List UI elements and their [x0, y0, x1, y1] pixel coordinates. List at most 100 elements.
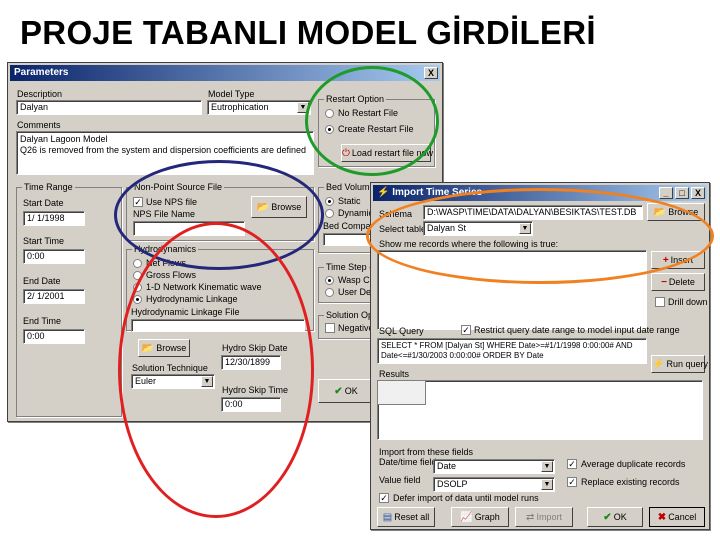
bed-dynamic-radio[interactable] [325, 209, 334, 218]
import-fields-label: Import from these fields [379, 447, 474, 457]
use-nps-label: Use NPS file [146, 197, 198, 207]
select-table-select[interactable]: Dalyan St ▼ [423, 221, 533, 236]
chevron-down-icon[interactable]: ▼ [519, 223, 531, 234]
delete-button[interactable]: − Delete [651, 273, 705, 291]
nps-file-field[interactable] [133, 221, 245, 236]
run-query-button[interactable]: ⚡ Run query [651, 355, 708, 373]
slide-title: PROJE TABANLI MODEL GİRDİLERİ [20, 14, 596, 51]
average-duplicate-label: Average duplicate records [581, 459, 686, 469]
start-time-field[interactable]: 0:00 [23, 249, 85, 264]
schema-browse-button[interactable]: 📂 Browse [647, 203, 705, 221]
parameters-titlebar: Parameters X [10, 65, 440, 81]
insert-button[interactable]: + Insert [651, 251, 705, 269]
cancel-button[interactable]: ✖ Cancel [649, 507, 705, 527]
start-date-field[interactable]: 1/ 1/1998 [23, 211, 85, 226]
parameters-ok-button[interactable]: ✔ OK [318, 379, 374, 403]
close-icon[interactable]: X [424, 67, 438, 79]
chevron-down-icon[interactable]: ▼ [201, 376, 213, 387]
comments-line-2: Q26 is removed from the system and dispe… [20, 145, 306, 155]
end-time-field[interactable]: 0:00 [23, 329, 85, 344]
no-restart-label: No Restart File [338, 108, 399, 118]
drill-down-checkbox[interactable] [655, 297, 665, 307]
comments-textarea[interactable]: Dalyan Lagoon Model Q26 is removed from … [16, 131, 314, 175]
end-date-field[interactable]: 2/ 1/2001 [23, 289, 85, 304]
hydro-skip-date-field[interactable]: 12/30/1899 [221, 355, 281, 370]
time-range-title: Time Range [22, 182, 75, 192]
chevron-down-icon[interactable]: ▼ [541, 479, 553, 490]
use-nps-checkbox[interactable]: ✓ [133, 197, 143, 207]
checkmark-icon: ✔ [603, 512, 612, 523]
select-table-value: Dalyan St [427, 223, 467, 233]
hydro-browse-button[interactable]: 📂 Browse [138, 339, 190, 357]
folder-icon: 📂 [653, 207, 667, 218]
import-ok-button[interactable]: ✔ OK [587, 507, 643, 527]
user-defined-radio[interactable] [325, 288, 334, 297]
load-restart-label: Load restart file now [351, 148, 433, 158]
checkmark-icon: ✔ [334, 386, 343, 397]
datetime-field-select[interactable]: Date ▼ [433, 459, 555, 474]
folder-icon: 📂 [256, 202, 270, 213]
run-query-label: Run query [666, 359, 708, 369]
plus-icon: + [662, 255, 669, 266]
graph-label: Graph [474, 512, 500, 522]
nps-file-label: NPS File Name [133, 209, 196, 219]
reset-all-button[interactable]: ▤ Reset all [377, 507, 435, 527]
gross-flows-radio[interactable] [133, 271, 142, 280]
comments-line-1: Dalyan Lagoon Model [20, 134, 108, 144]
wasp-calculated-radio[interactable] [325, 276, 334, 285]
graph-button[interactable]: 📈 Graph [451, 507, 509, 527]
hydro-file-field[interactable] [131, 319, 305, 332]
close-icon[interactable]: X [691, 187, 705, 199]
lightning-icon: ⚡ [652, 359, 665, 370]
nps-browse-label: Browse [271, 202, 302, 212]
restrict-date-checkbox[interactable]: ✓ [461, 325, 471, 335]
average-duplicate-checkbox[interactable]: ✓ [567, 459, 577, 469]
solution-technique-select[interactable]: Euler ▼ [131, 374, 215, 389]
minimize-icon[interactable]: _ [659, 187, 673, 199]
replace-records-checkbox[interactable]: ✓ [567, 477, 577, 487]
bed-static-radio[interactable] [325, 197, 334, 206]
import-icon: ▤ [382, 512, 393, 523]
description-field[interactable]: Dalyan [16, 100, 202, 115]
delete-label: Delete [668, 277, 695, 287]
defer-import-label: Defer import of data until model runs [393, 493, 539, 503]
model-type-label: Model Type [208, 89, 255, 99]
parameters-title: Parameters [14, 67, 69, 78]
start-date-label: Start Date [23, 198, 64, 208]
restart-option-title: Restart Option [324, 94, 387, 104]
where-label: Show me records where the following is t… [379, 239, 559, 249]
hydro-linkage-radio[interactable] [133, 295, 142, 304]
load-restart-button[interactable]: ⏻ Load restart file now [341, 144, 433, 162]
no-restart-radio[interactable] [325, 109, 334, 118]
net-flows-radio[interactable] [133, 259, 142, 268]
negative-solution-checkbox[interactable] [325, 323, 335, 333]
import-button-label: Import [536, 512, 562, 522]
sql-line-2: Date<=#1/30/2003 0:00:00# ORDER BY Date [381, 351, 544, 360]
network-radio[interactable] [133, 283, 142, 292]
minus-icon: − [661, 277, 667, 288]
chevron-down-icon[interactable]: ▼ [297, 102, 309, 113]
hydro-skip-time-field[interactable]: 0:00 [221, 397, 281, 412]
model-type-select[interactable]: Eutrophication ▼ [207, 100, 311, 115]
create-restart-radio[interactable] [325, 125, 334, 134]
results-grid[interactable] [377, 380, 703, 440]
value-field-label: Value field [379, 475, 421, 485]
import-ok-label: OK [613, 512, 627, 522]
maximize-icon[interactable]: □ [675, 187, 689, 199]
sql-query-textarea[interactable]: SELECT * FROM [Dalyan St] WHERE Date>=#1… [377, 338, 647, 364]
schema-field[interactable]: D:\WASP\TIME\DATA\DALYAN\BESIKTAS\TEST.D… [423, 205, 643, 220]
chevron-down-icon[interactable]: ▼ [541, 461, 553, 472]
bed-dynamic-label: Dynamic [338, 208, 374, 218]
description-label: Description [17, 89, 63, 99]
where-textarea[interactable] [377, 250, 647, 330]
datetime-field-value: Date [437, 461, 457, 471]
import-button[interactable]: ⇄ Import [515, 507, 573, 527]
value-field-value: DSOLP [437, 479, 468, 489]
defer-import-checkbox[interactable]: ✓ [379, 493, 389, 503]
solution-technique-value: Euler [135, 376, 157, 386]
gross-flows-label: Gross Flows [146, 270, 197, 280]
value-field-select[interactable]: DSOLP ▼ [433, 477, 555, 492]
select-table-label: Select table [379, 224, 427, 234]
nps-browse-button[interactable]: 📂 Browse [251, 196, 307, 218]
schema-browse-label: Browse [668, 207, 699, 217]
